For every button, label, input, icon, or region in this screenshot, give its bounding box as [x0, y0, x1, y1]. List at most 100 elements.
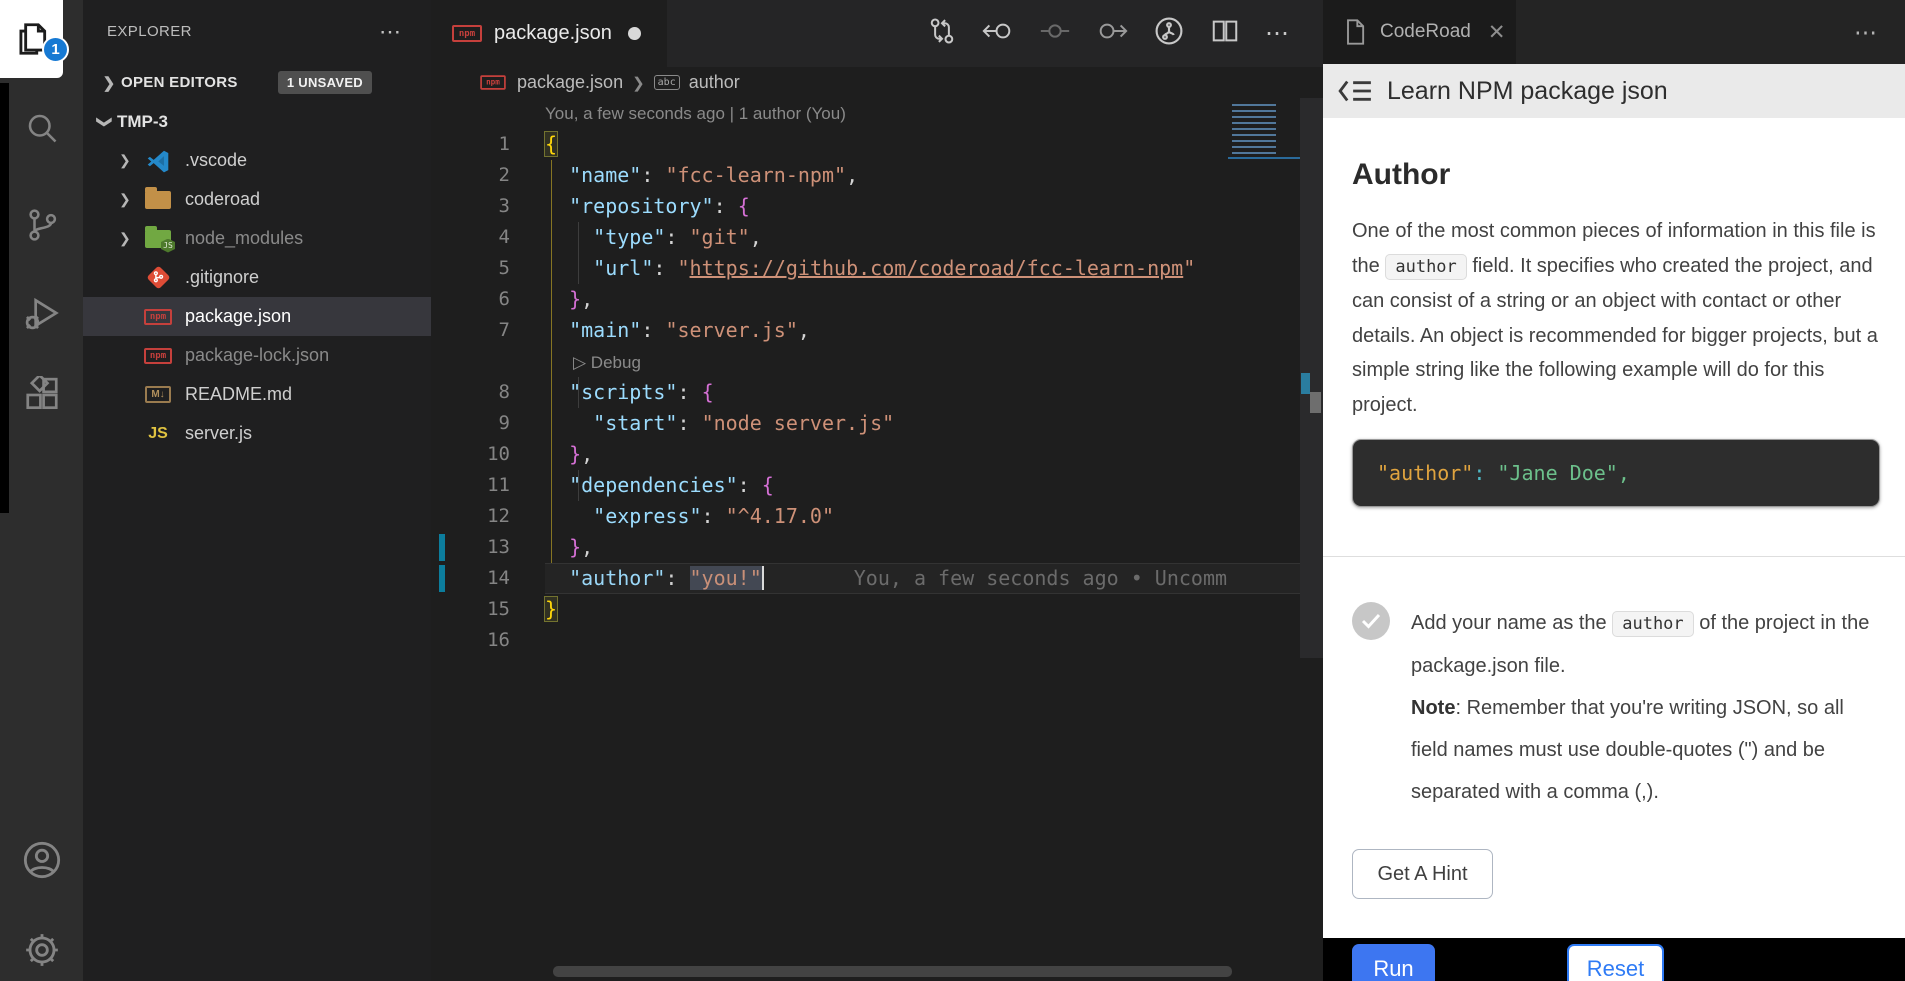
folder-root-row[interactable]: ❯ TMP-3: [83, 102, 431, 141]
code-line[interactable]: 14 "author": "you!"You, a few seconds ag…: [431, 563, 1323, 594]
file-row-coderoad[interactable]: ❯coderoad: [83, 180, 431, 219]
breadcrumb-file[interactable]: package.json: [517, 72, 623, 93]
code-line[interactable]: 5 "url": "https://github.com/coderoad/fc…: [431, 253, 1323, 284]
explorer-sidebar: EXPLORER ⋯ ❯ OPEN EDITORS 1 UNSAVED ❯ TM…: [83, 0, 431, 981]
file-row-server-js[interactable]: JSserver.js: [83, 414, 431, 453]
modified-gutter-marker: [439, 534, 445, 561]
vscode-icon: [143, 149, 173, 173]
breadcrumb-symbol[interactable]: author: [689, 72, 740, 93]
bracket-guide: [551, 160, 552, 563]
file-row--gitignore[interactable]: .gitignore: [83, 258, 431, 297]
run-button[interactable]: Run: [1352, 944, 1435, 981]
file-row-node-modules[interactable]: ❯JSnode_modules: [83, 219, 431, 258]
line-content: },: [545, 532, 593, 563]
explorer-title: EXPLORER: [107, 23, 192, 40]
source-control-icon[interactable]: [0, 190, 83, 260]
navigate-forward-icon[interactable]: [1096, 16, 1128, 51]
example-code-block: "author": "Jane Doe",: [1352, 439, 1880, 507]
codelens-row[interactable]: ▷ Debug: [431, 346, 1323, 377]
minimap[interactable]: [1228, 104, 1300, 168]
split-editor-icon[interactable]: [1210, 16, 1240, 51]
tab-coderoad[interactable]: CodeRoad ✕: [1323, 0, 1516, 64]
code-line[interactable]: 7 "main": "server.js",: [431, 315, 1323, 346]
reset-button[interactable]: Reset: [1567, 944, 1664, 981]
line-content: "main": "server.js",: [545, 315, 810, 346]
indent-guide: [578, 222, 579, 284]
inline-code-author: author: [1385, 254, 1466, 280]
panel-tab-label: CodeRoad: [1380, 21, 1471, 43]
search-icon[interactable]: [0, 93, 83, 163]
run-circle-icon[interactable]: [1153, 15, 1185, 52]
code-line[interactable]: 9 "start": "node server.js": [431, 408, 1323, 439]
tab-label: package.json: [494, 22, 612, 45]
code-line[interactable]: 11 "dependencies": {: [431, 470, 1323, 501]
tutorial-content: Author One of the most common pieces of …: [1323, 118, 1905, 938]
npm-icon: npm: [480, 75, 506, 89]
git-compare-icon[interactable]: [927, 16, 957, 51]
chevron-right-icon: ❯: [119, 152, 143, 169]
node-icon: JS: [143, 227, 173, 251]
chevron-right-icon: ❯: [119, 230, 143, 247]
code-line[interactable]: 8 "scripts": {: [431, 377, 1323, 408]
code-line[interactable]: 16: [431, 625, 1323, 656]
code-line[interactable]: 10 },: [431, 439, 1323, 470]
root-folder-label: TMP-3: [117, 112, 168, 132]
editor-group: npm package.json: [431, 0, 1323, 981]
inline-blame: You, a few seconds ago • Uncomm: [854, 566, 1227, 590]
code-line[interactable]: 1{: [431, 129, 1323, 160]
code-editor[interactable]: You, a few seconds ago | 1 author (You) …: [431, 98, 1323, 981]
tab-package-json[interactable]: npm package.json: [431, 0, 667, 67]
dirty-indicator-icon[interactable]: [628, 27, 641, 40]
settings-gear-icon[interactable]: [0, 915, 83, 981]
codelens-authors[interactable]: You, a few seconds ago | 1 author (You): [431, 98, 1323, 129]
more-actions-icon[interactable]: ⋯: [1854, 19, 1879, 46]
debug-codelens[interactable]: ▷ Debug: [545, 353, 641, 372]
navigate-dot-icon[interactable]: [1039, 16, 1071, 51]
line-content: "express": "^4.17.0": [545, 501, 834, 532]
code-line[interactable]: 6 },: [431, 284, 1323, 315]
file-label: package.json: [185, 306, 291, 327]
line-content: }: [545, 594, 557, 625]
symbol-string-icon: abc: [654, 75, 680, 90]
explorer-more-icon[interactable]: ⋯: [379, 19, 403, 45]
explorer-badge: 1: [42, 36, 69, 63]
line-number: 2: [431, 160, 510, 191]
line-number: [431, 346, 510, 377]
open-editors-section[interactable]: ❯ OPEN EDITORS 1 UNSAVED: [83, 63, 431, 102]
task-text: Add your name as the author of the proje…: [1411, 602, 1880, 813]
file-row-readme-md[interactable]: M↓README.md: [83, 375, 431, 414]
folder-icon: [143, 188, 173, 212]
line-number: 11: [431, 470, 510, 501]
horizontal-scrollbar[interactable]: [553, 966, 1232, 977]
close-icon[interactable]: ✕: [1488, 20, 1506, 45]
run-debug-icon[interactable]: [0, 278, 83, 348]
code-line[interactable]: 2 "name": "fcc-learn-npm",: [431, 160, 1323, 191]
npm-icon: npm: [143, 344, 173, 368]
file-label: server.js: [185, 423, 252, 444]
code-lines: 1{2 "name": "fcc-learn-npm",3 "repositor…: [431, 129, 1323, 656]
file-row--vscode[interactable]: ❯.vscode: [83, 141, 431, 180]
extensions-icon[interactable]: [0, 360, 83, 430]
file-label: package-lock.json: [185, 345, 329, 366]
code-line[interactable]: 15}: [431, 594, 1323, 625]
file-row-package-json[interactable]: npmpackage.json: [83, 297, 431, 336]
line-number: 4: [431, 222, 510, 253]
line-content: "scripts": {: [545, 377, 714, 408]
line-content: {: [545, 129, 557, 160]
code-line[interactable]: 4 "type": "git",: [431, 222, 1323, 253]
account-icon[interactable]: [0, 825, 83, 895]
more-actions-icon[interactable]: ⋯: [1265, 19, 1291, 48]
line-number: 3: [431, 191, 510, 222]
chevron-right-icon: ❯: [119, 191, 143, 208]
section-heading: Author: [1352, 158, 1880, 192]
get-hint-button[interactable]: Get A Hint: [1352, 849, 1493, 899]
code-line[interactable]: 12 "express": "^4.17.0": [431, 501, 1323, 532]
code-line[interactable]: 13 },: [431, 532, 1323, 563]
file-row-package-lock-json[interactable]: npm package-lock.json: [83, 336, 431, 375]
code-line[interactable]: 3 "repository": {: [431, 191, 1323, 222]
collapse-menu-icon[interactable]: [1337, 78, 1374, 104]
line-number: 9: [431, 408, 510, 439]
overview-modified-marker: [1301, 373, 1310, 394]
window-edge: [0, 83, 9, 513]
navigate-back-icon[interactable]: [982, 16, 1014, 51]
